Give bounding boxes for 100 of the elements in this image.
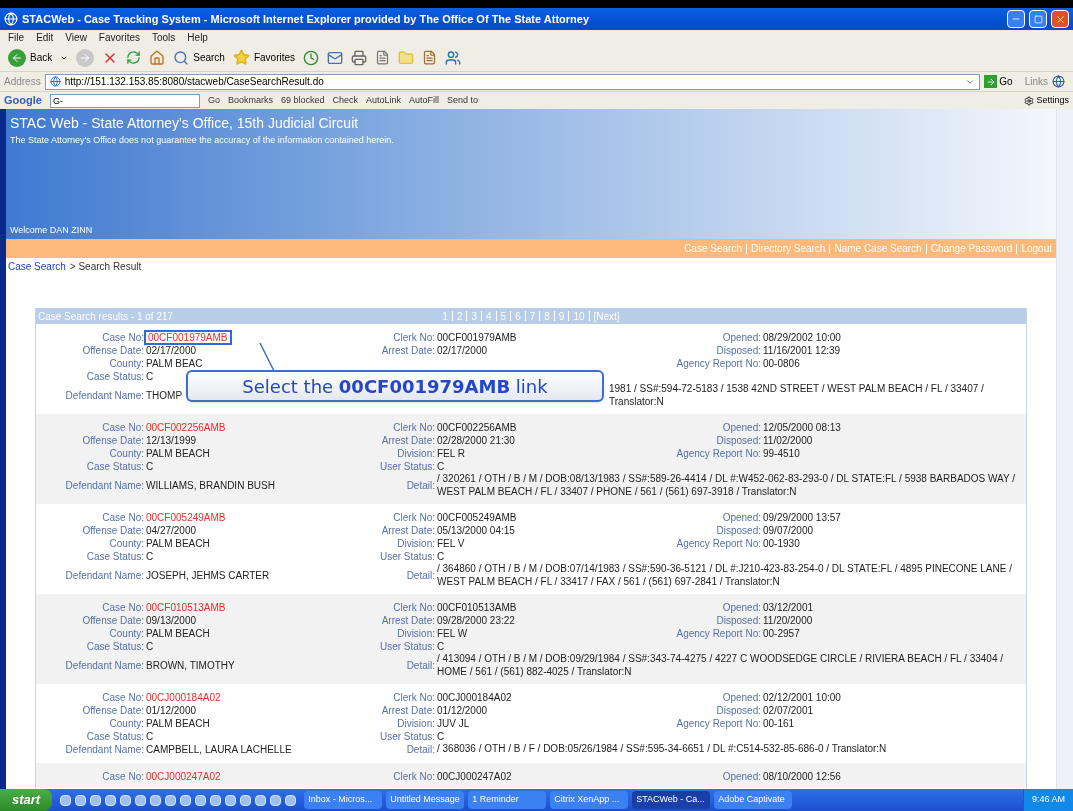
search-icon: [173, 49, 190, 66]
google-toolbar-item[interactable]: AutoFill: [409, 93, 440, 108]
quick-launch-icon[interactable]: [120, 794, 132, 806]
field-value: 02/12/2001 10:00: [763, 692, 841, 703]
detail-text: / 368036 / OTH / B / F / DOB:05/26/1984 / SS#:595-34-6651 / DL #:C514-532-85-686-0 / Translator:N: [437, 743, 887, 754]
field-label: Case No:: [101, 331, 145, 343]
field-value: BROWN, TIMOTHY: [146, 658, 236, 673]
menu-item[interactable]: Edit: [36, 29, 54, 45]
quick-launch-icon[interactable]: [255, 794, 267, 806]
breadcrumb-link[interactable]: Case Search: [8, 258, 66, 274]
globe-icon[interactable]: [1052, 75, 1065, 88]
field-label: Defendant Name:: [64, 568, 145, 583]
quick-launch-icon[interactable]: [285, 794, 297, 806]
field-value: 09/07/2000: [763, 525, 814, 536]
menu-item[interactable]: Help: [187, 29, 208, 45]
field-value: 08/29/2002 10:00: [763, 332, 841, 343]
quick-launch-icon[interactable]: [105, 794, 117, 806]
taskbar-button[interactable]: STACWeb - Ca...: [632, 791, 711, 809]
menu-item[interactable]: File: [8, 29, 25, 45]
history-icon[interactable]: [303, 49, 320, 66]
google-logo: Google: [4, 93, 42, 109]
field-label: Arrest Date:: [380, 614, 436, 626]
field-value: 11/16/2001 12:39: [763, 345, 841, 356]
print-icon[interactable]: [351, 49, 368, 66]
field-label: Defendant Name:: [64, 478, 145, 493]
menu-item[interactable]: View: [65, 29, 87, 45]
field-value: 00CF010513AMB: [437, 602, 517, 613]
menu-item[interactable]: Favorites: [98, 29, 140, 45]
quick-launch-icon[interactable]: [225, 794, 237, 806]
quick-launch-icon[interactable]: [75, 794, 87, 806]
menu-item[interactable]: Tools: [152, 29, 176, 45]
quick-launch-icon[interactable]: [60, 794, 72, 806]
field-value: 01/12/2000: [437, 705, 488, 716]
minimize-button[interactable]: [1007, 10, 1025, 28]
field-value: 01/12/2000: [146, 705, 197, 716]
field-label: Disposed:: [715, 344, 762, 356]
field-label: County:: [108, 627, 145, 639]
google-toolbar-item[interactable]: Send to: [447, 93, 479, 108]
taskbar-button[interactable]: Untitled Message: [386, 791, 465, 809]
quick-launch-icon[interactable]: [165, 794, 177, 806]
google-toolbar-item[interactable]: 69 blocked: [280, 93, 325, 108]
google-toolbar-item[interactable]: Check: [332, 93, 358, 108]
quick-launch-icon[interactable]: [180, 794, 192, 806]
case-number-link[interactable]: 00CJ000247A02: [146, 771, 221, 782]
close-button[interactable]: [1051, 10, 1069, 28]
quick-launch-icon[interactable]: [270, 794, 282, 806]
address-field[interactable]: http://151.132.153.85:8080/stacweb/CaseSearchResult.do: [44, 73, 981, 90]
taskbar-button[interactable]: Adobe Captivate: [714, 791, 793, 809]
field-label: Detail:: [406, 569, 435, 581]
quick-launch-icon[interactable]: [195, 794, 207, 806]
people-icon[interactable]: [445, 49, 462, 66]
go-button[interactable]: Go: [984, 74, 1013, 89]
site-title: STAC Web - State Attorney's Office, 15th Judicial Circuit: [10, 114, 360, 133]
field-label: Detail:: [406, 744, 435, 755]
field-value: PALM BEACH: [146, 718, 210, 729]
maximize-button[interactable]: [1029, 10, 1047, 28]
taskbar-button[interactable]: 1 Reminder: [468, 791, 547, 809]
taskbar-button[interactable]: Inbox - Micros...: [304, 791, 383, 809]
scrollbar-track[interactable]: [1056, 109, 1073, 789]
field-label: County:: [108, 537, 145, 549]
quick-launch-icon[interactable]: [150, 794, 162, 806]
detail-text: 1981 / SS#:594-72-5183 / 1538 42ND STREET / WEST PALM BEACH / FL / 33407 / Translator:N: [609, 383, 984, 407]
mail-icon[interactable]: [327, 49, 344, 66]
google-toolbar-item[interactable]: Go: [207, 93, 220, 108]
google-toolbar-item[interactable]: AutoLink: [366, 93, 401, 108]
search-button[interactable]: Search: [173, 49, 225, 66]
quick-launch-icon[interactable]: [210, 794, 222, 806]
start-button[interactable]: start: [0, 789, 53, 811]
case-number-link[interactable]: 00CF001979AMB: [146, 332, 230, 343]
google-toolbar-item[interactable]: Bookmarks: [227, 93, 273, 108]
field-value: 00CF002256AMB: [437, 422, 517, 433]
star-icon: [232, 49, 250, 66]
field-value: PALM BEACH: [146, 538, 210, 549]
quick-launch-icon[interactable]: [240, 794, 252, 806]
case-number-link[interactable]: 00CF002256AMB: [146, 422, 226, 433]
field-label: Case Status:: [85, 460, 145, 472]
notes-icon[interactable]: [422, 50, 438, 65]
favorites-button[interactable]: Favorites: [232, 49, 296, 66]
refresh-icon[interactable]: [126, 50, 142, 65]
field-value: 09/28/2000 23:22: [437, 615, 515, 626]
field-value: C: [146, 371, 154, 382]
gear-icon: [1024, 95, 1035, 106]
links-label[interactable]: Links: [1024, 74, 1048, 89]
field-value: 00-161: [763, 718, 795, 729]
field-value: 02/28/2000 21:30: [437, 435, 515, 446]
field-value: 00-2957: [763, 628, 800, 639]
quick-launch-icon[interactable]: [135, 794, 147, 806]
google-search-field[interactable]: G-: [49, 93, 200, 108]
field-label: Division:: [396, 627, 436, 639]
clock-text: 9:46 AM: [1031, 793, 1065, 807]
taskbar-button[interactable]: Citrix XenApp ...: [550, 791, 629, 809]
home-icon[interactable]: [149, 49, 166, 66]
case-number-link[interactable]: 00CJ000184A02: [146, 692, 221, 703]
case-number-link[interactable]: 00CF005249AMB: [146, 512, 226, 523]
quick-launch-icon[interactable]: [90, 794, 102, 806]
field-value: C: [146, 551, 154, 562]
back-button[interactable]: Back: [8, 48, 53, 67]
settings-button[interactable]: Settings: [1024, 93, 1069, 108]
case-number-link[interactable]: 00CF010513AMB: [146, 602, 226, 613]
field-label: Opened:: [721, 601, 762, 613]
